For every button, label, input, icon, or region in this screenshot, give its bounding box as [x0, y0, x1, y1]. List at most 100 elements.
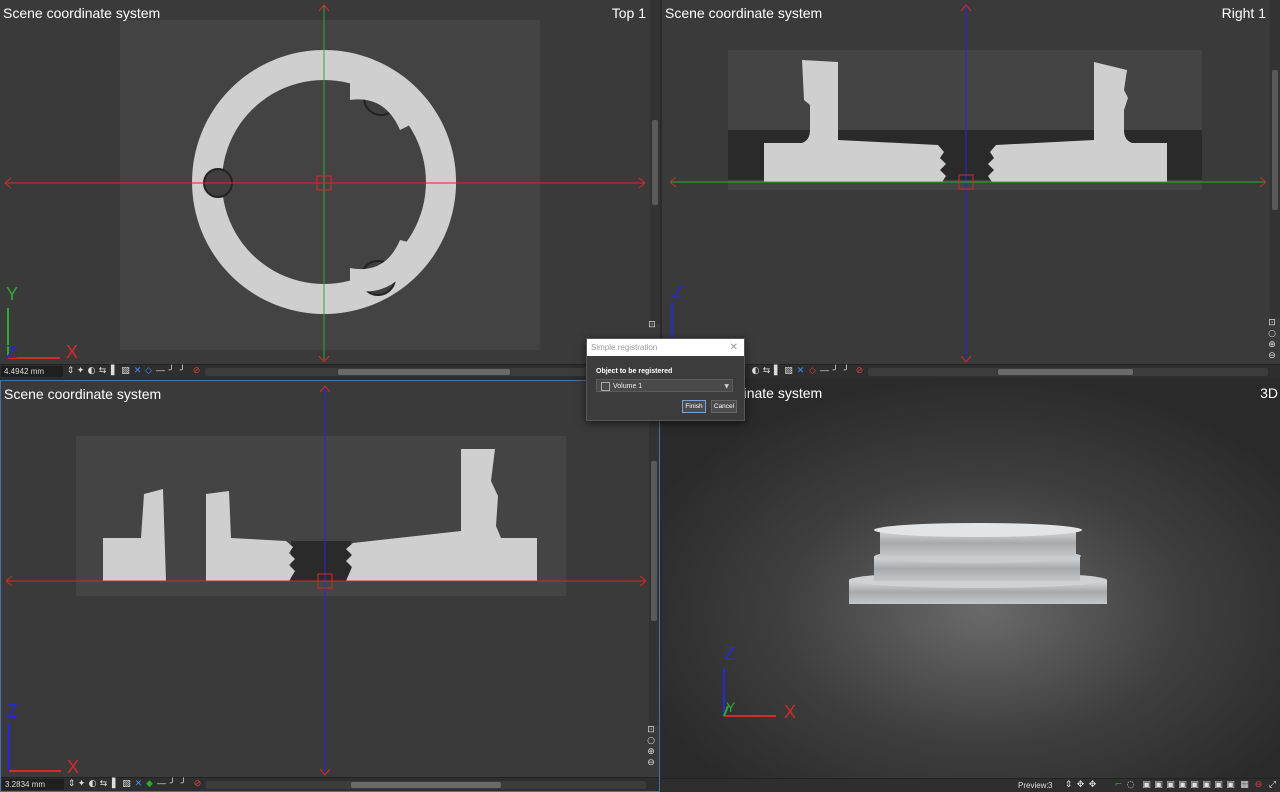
viewport-title: Scene coordinate system — [3, 5, 161, 21]
chevron-down-icon[interactable]: ▼ — [724, 380, 729, 393]
cube-icon[interactable]: ▣ — [1190, 781, 1199, 790]
mark-icon[interactable]: ⊘ — [855, 367, 864, 376]
cube-icon[interactable]: ▣ — [1142, 781, 1151, 790]
axis-label-z: Z — [6, 342, 17, 362]
view-toolbar: Preview: 3 ⇕ ✥ ✥ ⌐ ◌ ▣ ▣ ▣ ▣ ▣ ▣ ▣ ▣ ▦ ⊖… — [662, 778, 1280, 792]
axis-label-z: Z — [724, 644, 735, 664]
top-view-canvas: Y Z X — [4, 4, 646, 363]
viewport-top[interactable]: Y Z X Scene coordinate system Top 1 ⊡ 4.… — [0, 0, 660, 378]
view-toolbar: ◐ ⇆ ▌ ▧ ✕ ◇ ― ╯ ╯ ⊘ — [662, 364, 1280, 378]
crosshair-icon[interactable]: ✕ — [133, 367, 142, 376]
cancel-button[interactable]: Cancel — [711, 400, 737, 413]
transform-icon[interactable]: ⇆ — [98, 367, 107, 376]
cube-icon[interactable]: ▣ — [1226, 781, 1235, 790]
move-icon[interactable]: ✥ — [1076, 781, 1085, 790]
line-icon[interactable]: ― — [157, 780, 166, 789]
spin-icon[interactable]: ⇕ — [67, 780, 76, 789]
sparkle-icon[interactable]: ✦ — [77, 780, 86, 789]
axis-label-y: Y — [726, 699, 736, 715]
measure-icon[interactable]: ╯ — [842, 367, 851, 376]
expand-icon[interactable]: ⤢ — [1268, 781, 1277, 790]
stop-icon[interactable]: ⊖ — [1254, 781, 1263, 790]
viewport-title: Scene coordinate system — [665, 5, 823, 21]
fit-icon[interactable]: ⊡ — [646, 725, 656, 735]
finish-button[interactable]: Finish — [682, 400, 706, 413]
gradient-icon[interactable]: ▧ — [122, 780, 131, 789]
curve-icon[interactable]: ╯ — [831, 367, 840, 376]
mark-icon[interactable]: ⊘ — [192, 367, 201, 376]
axis-label-z: Z — [7, 701, 18, 721]
grayscale-icon[interactable]: ▌ — [773, 367, 782, 376]
viewport-label: Top 1 — [611, 5, 646, 21]
cube-icon[interactable]: ▣ — [1214, 781, 1223, 790]
grid-icon[interactable]: ▦ — [1240, 781, 1249, 790]
view-toolbar: 3.2834 mm ⇕ ✦ ◐ ⇆ ▌ ▧ ✕ ◆ ― ╯ ╯ ⊘ — [1, 777, 659, 791]
scale-field[interactable]: 3.2834 mm — [2, 779, 64, 790]
gradient-icon[interactable]: ▧ — [121, 367, 130, 376]
crosshair-icon[interactable]: ✕ — [796, 367, 805, 376]
close-icon[interactable]: ✕ — [730, 339, 738, 356]
mark-icon[interactable]: ⊘ — [193, 780, 202, 789]
zoom-in-icon[interactable]: ⊕ — [646, 747, 656, 757]
cube-icon[interactable]: ▣ — [1166, 781, 1175, 790]
preview-value[interactable]: 3 — [1048, 781, 1052, 790]
line-icon[interactable]: ― — [820, 367, 829, 376]
sparkle-icon[interactable]: ✦ — [76, 367, 85, 376]
zoom-in-icon[interactable]: ⊕ — [1267, 340, 1277, 350]
cube-icon[interactable]: ▣ — [1178, 781, 1187, 790]
horizontal-scrollbar[interactable] — [206, 781, 646, 789]
axis-label-x: X — [784, 702, 796, 722]
grayscale-icon[interactable]: ▌ — [111, 780, 120, 789]
view-toolbar: 4.4942 mm ⇕ ✦ ◐ ⇆ ▌ ▧ ✕ ◇ ― ╯ ╯ ⊘ — [0, 364, 660, 378]
grayscale-icon[interactable]: ▌ — [110, 367, 119, 376]
transform-icon[interactable]: ⇆ — [762, 367, 771, 376]
crosshair-icon[interactable]: ✕ — [134, 780, 143, 789]
clip-icon[interactable]: ◌ — [1126, 781, 1135, 790]
zoom-icon[interactable]: ○ — [1267, 329, 1277, 339]
fit-icon[interactable]: ⊡ — [647, 320, 657, 330]
camera-icon[interactable]: ⌐ — [1114, 781, 1123, 790]
axis-label-z: Z — [672, 282, 683, 302]
measure-icon[interactable]: ╯ — [179, 780, 188, 789]
dialog-titlebar: Simple registration ✕ — [587, 339, 744, 356]
cube-icon[interactable]: ▣ — [1154, 781, 1163, 790]
gradient-icon[interactable]: ▧ — [784, 367, 793, 376]
zoom-out-icon[interactable]: ⊖ — [646, 758, 656, 768]
object-select[interactable]: Volume 1 ▼ — [596, 379, 733, 392]
axis-label-y: Y — [6, 284, 18, 304]
contrast-icon[interactable]: ◐ — [88, 780, 97, 789]
fit-icon[interactable]: ⊡ — [1267, 318, 1277, 328]
side-toolbar: ⊡ ○ ⊕ ⊖ — [646, 725, 658, 769]
contrast-icon[interactable]: ◐ — [87, 367, 96, 376]
move-icon[interactable]: ✥ — [1088, 781, 1097, 790]
spin-icon[interactable]: ⇕ — [1064, 781, 1073, 790]
plane-icon[interactable]: ◇ — [808, 367, 817, 376]
line-icon[interactable]: ― — [156, 367, 165, 376]
scale-field[interactable]: 4.4942 mm — [1, 366, 63, 377]
horizontal-scrollbar[interactable] — [868, 368, 1268, 376]
viewport-3d[interactable]: Z X Y Scene coordinate system 3D Preview… — [662, 380, 1280, 792]
measure-icon[interactable]: ╯ — [178, 367, 187, 376]
right-view-canvas: Z — [669, 4, 1267, 363]
contrast-icon[interactable]: ◐ — [751, 367, 760, 376]
vertical-scrollbar[interactable] — [1270, 0, 1280, 318]
vertical-scrollbar[interactable] — [649, 381, 659, 725]
cube-icon[interactable]: ▣ — [1202, 781, 1211, 790]
horizontal-scrollbar[interactable] — [205, 368, 645, 376]
plane-icon[interactable]: ◇ — [144, 367, 153, 376]
viewport-right[interactable]: Z Scene coordinate system Right 1 ⊡ ○ ⊕ … — [662, 0, 1280, 378]
viewport-front[interactable]: Z X Scene coordinate system ⊡ ○ ⊕ ⊖ 3.28… — [0, 380, 660, 792]
curve-icon[interactable]: ╯ — [167, 367, 176, 376]
viewport-title: Scene coordinate system — [4, 386, 162, 402]
preview-label: Preview: — [1018, 781, 1049, 790]
dialog-title: Simple registration — [591, 343, 658, 352]
plane-icon[interactable]: ◆ — [145, 780, 154, 789]
vertical-scrollbar[interactable] — [650, 0, 660, 324]
volume-icon — [601, 382, 610, 391]
zoom-out-icon[interactable]: ⊖ — [1267, 351, 1277, 361]
transform-icon[interactable]: ⇆ — [99, 780, 108, 789]
curve-icon[interactable]: ╯ — [168, 780, 177, 789]
zoom-icon[interactable]: ○ — [646, 736, 656, 746]
spin-icon[interactable]: ⇕ — [66, 367, 75, 376]
simple-registration-dialog: Simple registration ✕ Object to be regis… — [586, 338, 745, 421]
